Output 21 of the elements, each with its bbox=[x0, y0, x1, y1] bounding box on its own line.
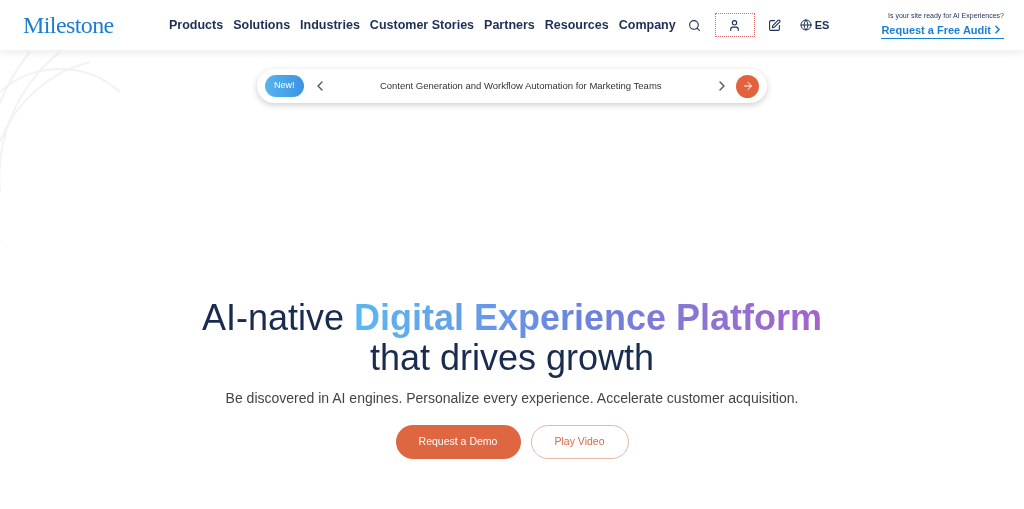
language-button[interactable]: ES bbox=[799, 16, 830, 34]
nav-link[interactable]: Industries bbox=[300, 15, 360, 35]
nav-link[interactable]: Products bbox=[168, 15, 224, 35]
account-button[interactable] bbox=[715, 14, 754, 36]
nav-link[interactable]: Partners bbox=[484, 15, 535, 35]
subtitle: Be discovered in AI engines. Personalize every experience. Accelerate customer acquisition. bbox=[225, 389, 799, 408]
nav-link[interactable]: Customer Stories bbox=[369, 15, 475, 35]
user-icon bbox=[728, 18, 742, 32]
edit-icon bbox=[768, 18, 782, 32]
announcement-text[interactable]: Content Generation and Workflow Automation for Marketing Teams bbox=[327, 78, 714, 94]
audit-link[interactable]: Request a Free Audit bbox=[881, 21, 1004, 39]
logo[interactable]: Milestone bbox=[23, 7, 169, 43]
nav-link[interactable]: Resources bbox=[544, 15, 609, 35]
nav-link[interactable]: Company bbox=[618, 15, 676, 35]
globe-icon bbox=[799, 19, 812, 31]
new-badge: New! bbox=[265, 75, 304, 97]
arrow-right-icon bbox=[741, 80, 754, 92]
headline-second-line: that drives growth bbox=[369, 338, 655, 378]
nav-link[interactable]: Solutions bbox=[233, 15, 291, 35]
search-icon bbox=[688, 18, 702, 32]
go-button[interactable] bbox=[736, 74, 759, 98]
